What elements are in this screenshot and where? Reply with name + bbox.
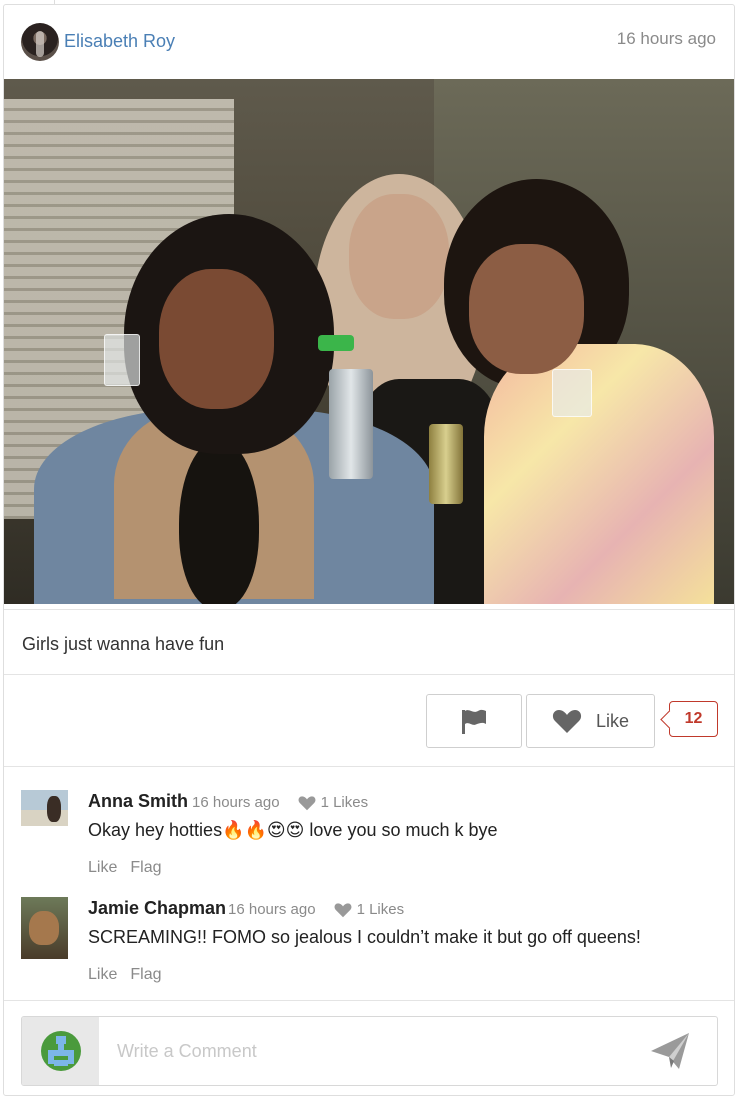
photo-beer-can [429,424,463,504]
commenter-avatar[interactable] [21,790,68,826]
post-actions-bar: Like 12 [4,675,734,767]
comment-meta: 16 hours ago 1 Likes [228,901,404,918]
photo-person-right-face [469,244,584,374]
post-card: Elisabeth Roy 16 hours ago Girls just wa… [3,4,735,1096]
post-timestamp: 16 hours ago [616,29,716,48]
photo-person-right-shirt [484,344,714,604]
heart-icon [334,902,352,917]
like-count-badge: 12 [669,701,718,737]
photo-person-left-face [159,269,274,409]
comment-item: Anna Smith 16 hours ago 1 Likes Okay hey… [4,785,734,890]
commenter-name[interactable]: Jamie Chapman [88,898,226,919]
comment-item: Jamie Chapman 16 hours ago 1 Likes SCREA… [4,892,734,997]
comment-flag-link[interactable]: Flag [130,859,161,877]
heart-icon [552,710,582,733]
author-name-link[interactable]: Elisabeth Roy [64,31,175,52]
comment-actions: Like Flag [88,966,161,984]
photo-person-middle-face [349,194,449,319]
photo-green-cap [318,335,354,351]
flag-icon [462,709,486,734]
comment-timestamp: 16 hours ago [192,794,280,811]
post-header: Elisabeth Roy 16 hours ago [4,5,734,79]
flag-button[interactable] [426,694,522,748]
comment-like-count: 1 Likes [320,794,369,811]
comment-input[interactable] [117,1035,637,1067]
comment-composer [21,1016,718,1086]
comment-text: SCREAMING!! FOMO so jealous I couldn’t m… [88,927,641,947]
post-caption-section: Girls just wanna have fun [4,609,734,675]
send-icon[interactable] [649,1031,691,1071]
comment-like-count: 1 Likes [356,901,405,918]
comments-list: Anna Smith 16 hours ago 1 Likes Okay hey… [4,768,734,1000]
comment-like-link[interactable]: Like [88,966,117,984]
post-photo[interactable] [4,79,734,604]
like-button-label: Like [595,710,630,731]
photo-shot-glass-right [552,369,592,417]
comment-like-link[interactable]: Like [88,859,117,877]
comment-flag-link[interactable]: Flag [130,966,161,984]
current-user-avatar [22,1017,99,1085]
comment-meta: 16 hours ago 1 Likes [192,794,368,811]
identicon-avatar-icon [40,1031,81,1071]
comment-actions: Like Flag [88,859,161,877]
like-button[interactable]: Like [526,694,655,748]
photo-person-left-shirt [179,439,259,604]
comment-text: Okay hey hotties🔥🔥😍😍 love you so much k … [88,820,498,840]
comment-timestamp: 16 hours ago [228,901,316,918]
author-avatar[interactable] [21,23,59,61]
photo-can [329,369,373,479]
post-caption: Girls just wanna have fun [22,634,225,654]
photo-shot-glass-left [104,334,140,386]
comment-composer-row [4,1000,734,1095]
heart-icon [298,795,316,810]
commenter-avatar[interactable] [21,897,68,959]
commenter-name[interactable]: Anna Smith [88,791,188,812]
